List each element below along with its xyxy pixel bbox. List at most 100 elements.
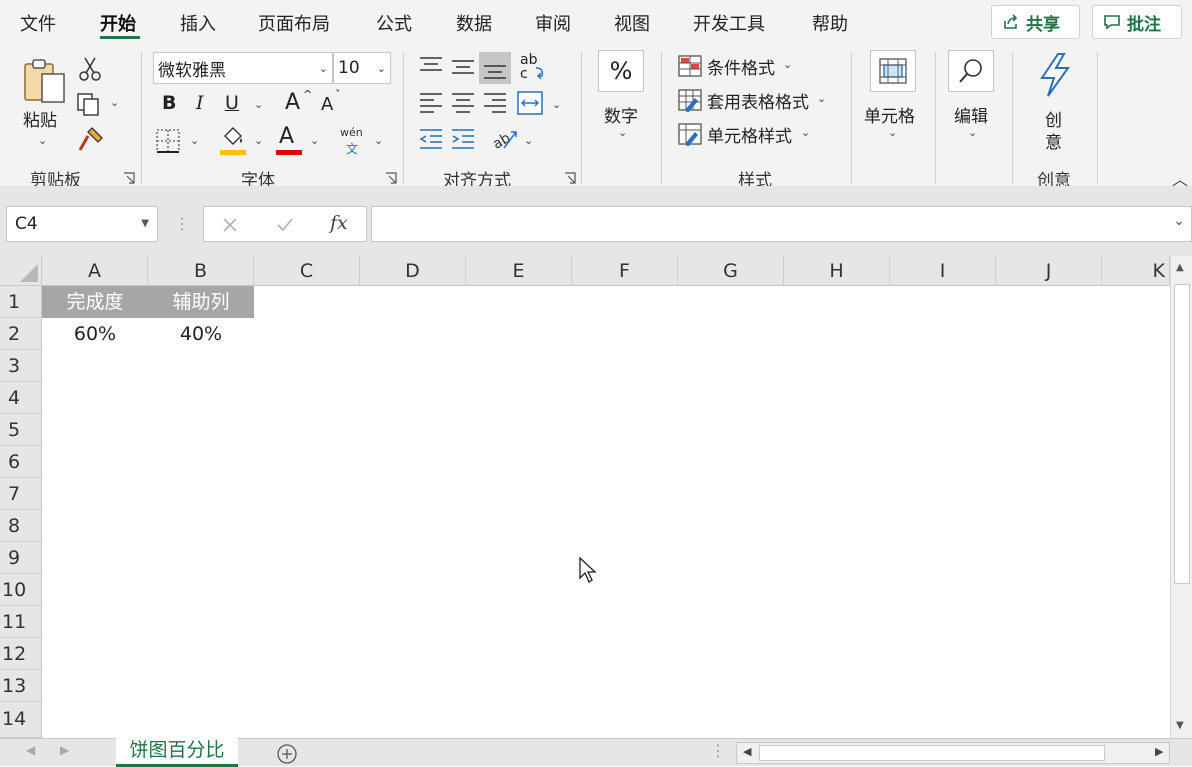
horizontal-scroll-thumb[interactable] bbox=[759, 745, 1105, 761]
align-left-icon[interactable] bbox=[418, 92, 444, 114]
vertical-scroll-thumb[interactable] bbox=[1174, 284, 1190, 584]
insert-function-button[interactable]: fx bbox=[330, 212, 348, 234]
row-header-9[interactable]: 9 bbox=[0, 542, 42, 574]
row-header-3[interactable]: 3 bbox=[0, 350, 42, 382]
share-button[interactable]: 共享 bbox=[991, 5, 1080, 39]
name-box[interactable]: C4 ▼ bbox=[6, 206, 158, 242]
select-all-corner[interactable] bbox=[0, 256, 42, 286]
cell-a2[interactable]: 60% bbox=[42, 318, 148, 350]
paste-button[interactable]: 粘贴 ⌄ bbox=[20, 54, 68, 152]
column-header-g[interactable]: G bbox=[678, 256, 784, 286]
tab-data[interactable]: 数据 bbox=[456, 10, 492, 36]
underline-button[interactable]: U bbox=[225, 92, 239, 114]
merge-dropdown-icon[interactable]: ⌄ bbox=[552, 98, 561, 111]
tab-home[interactable]: 开始 bbox=[100, 10, 136, 36]
sheet-tab-active[interactable]: 饼图百分比 bbox=[116, 737, 238, 767]
column-header-h[interactable]: H bbox=[784, 256, 890, 286]
decrease-indent-icon[interactable] bbox=[418, 128, 444, 152]
number-format-button[interactable]: % 数字 ⌄ bbox=[598, 50, 646, 146]
align-middle-icon[interactable] bbox=[450, 56, 476, 78]
format-painter-icon[interactable] bbox=[78, 126, 104, 152]
tab-file[interactable]: 文件 bbox=[20, 10, 56, 36]
column-header-d[interactable]: D bbox=[360, 256, 466, 286]
row-header-13[interactable]: 13 bbox=[0, 670, 42, 702]
scroll-right-icon[interactable]: ▶ bbox=[1155, 745, 1163, 758]
merge-center-icon[interactable] bbox=[516, 90, 544, 116]
font-name-combo[interactable]: 微软雅黑 ⌄ bbox=[153, 52, 333, 84]
conditional-formatting-button[interactable]: 条件格式 ⌄ bbox=[677, 52, 827, 80]
shrink-font-button[interactable]: A ˇ bbox=[321, 88, 351, 118]
underline-dropdown-icon[interactable]: ⌄ bbox=[254, 98, 263, 111]
column-header-c[interactable]: C bbox=[254, 256, 360, 286]
column-header-b[interactable]: B bbox=[148, 256, 254, 286]
clipboard-launcher-icon[interactable] bbox=[123, 172, 135, 184]
scroll-left-icon[interactable]: ◀ bbox=[743, 745, 751, 758]
cell-a1[interactable]: 完成度 bbox=[42, 286, 148, 318]
tab-formulas[interactable]: 公式 bbox=[376, 10, 412, 36]
font-color-button[interactable]: A bbox=[276, 124, 304, 156]
borders-icon[interactable] bbox=[155, 128, 181, 154]
orientation-dropdown-icon[interactable]: ⌄ bbox=[524, 134, 533, 147]
wrap-text-button[interactable]: ab c bbox=[520, 52, 546, 82]
alignment-launcher-icon[interactable] bbox=[564, 172, 576, 184]
formula-input[interactable]: ⌄ bbox=[371, 206, 1192, 242]
italic-button[interactable]: I bbox=[196, 92, 204, 114]
tab-help[interactable]: 帮助 bbox=[812, 10, 848, 36]
row-header-8[interactable]: 8 bbox=[0, 510, 42, 542]
fill-color-button[interactable] bbox=[220, 126, 248, 156]
row-header-5[interactable]: 5 bbox=[0, 414, 42, 446]
scroll-down-icon[interactable]: ▼ bbox=[1176, 720, 1184, 731]
comments-button[interactable]: 批注 bbox=[1092, 5, 1182, 39]
align-right-icon[interactable] bbox=[482, 92, 508, 114]
tab-page-layout[interactable]: 页面布局 bbox=[258, 10, 330, 36]
enter-check-icon[interactable] bbox=[276, 217, 294, 233]
cell-b2[interactable]: 40% bbox=[148, 318, 254, 350]
fill-color-dropdown-icon[interactable]: ⌄ bbox=[254, 134, 263, 147]
align-center-icon[interactable] bbox=[450, 92, 476, 114]
increase-indent-icon[interactable] bbox=[450, 128, 476, 152]
prev-sheet-icon[interactable]: ◀ bbox=[26, 743, 35, 757]
copy-button[interactable]: ⌄ bbox=[76, 92, 122, 118]
expand-formula-icon[interactable]: ⌄ bbox=[1173, 213, 1185, 229]
scroll-up-icon[interactable]: ▲ bbox=[1176, 262, 1184, 273]
ideas-button[interactable]: 创 意 bbox=[1034, 52, 1076, 153]
column-header-e[interactable]: E bbox=[466, 256, 572, 286]
worksheet-grid[interactable]: A B C D E F G H I J K 1 2 3 4 5 6 7 8 9 … bbox=[0, 256, 1192, 738]
format-as-table-button[interactable]: 套用表格格式 ⌄ bbox=[677, 86, 837, 114]
column-header-k[interactable]: K bbox=[1102, 256, 1170, 286]
row-header-7[interactable]: 7 bbox=[0, 478, 42, 510]
column-header-j[interactable]: J bbox=[996, 256, 1102, 286]
cancel-icon[interactable] bbox=[222, 217, 238, 233]
add-sheet-icon[interactable] bbox=[276, 743, 298, 765]
align-bottom-button[interactable] bbox=[479, 52, 511, 84]
row-header-6[interactable]: 6 bbox=[0, 446, 42, 478]
row-header-1[interactable]: 1 bbox=[0, 286, 42, 318]
name-box-dropdown-icon[interactable]: ▼ bbox=[141, 218, 149, 229]
grow-font-button[interactable]: A ^ bbox=[285, 88, 315, 118]
cut-icon[interactable] bbox=[78, 56, 102, 82]
vertical-scrollbar[interactable]: ▲ ▼ bbox=[1170, 256, 1192, 738]
tab-insert[interactable]: 插入 bbox=[180, 10, 216, 36]
row-header-10[interactable]: 10 bbox=[0, 574, 42, 606]
orientation-icon[interactable]: ab bbox=[490, 126, 518, 152]
cells-button[interactable]: 单元格 ⌄ bbox=[864, 50, 922, 146]
editing-button[interactable]: 编辑 ⌄ bbox=[948, 50, 996, 146]
row-header-12[interactable]: 12 bbox=[0, 638, 42, 670]
font-launcher-icon[interactable] bbox=[385, 172, 397, 184]
next-sheet-icon[interactable]: ▶ bbox=[60, 743, 69, 757]
tab-developer[interactable]: 开发工具 bbox=[693, 10, 765, 36]
row-header-4[interactable]: 4 bbox=[0, 382, 42, 414]
bold-button[interactable]: B bbox=[162, 92, 176, 114]
cell-styles-button[interactable]: 单元格样式 ⌄ bbox=[677, 120, 827, 148]
row-header-11[interactable]: 11 bbox=[0, 606, 42, 638]
row-header-2[interactable]: 2 bbox=[0, 318, 42, 350]
row-header-14[interactable]: 14 bbox=[0, 702, 42, 738]
column-header-i[interactable]: I bbox=[890, 256, 996, 286]
align-top-icon[interactable] bbox=[418, 56, 444, 78]
column-header-a[interactable]: A bbox=[42, 256, 148, 286]
phonetic-dropdown-icon[interactable]: ⌄ bbox=[374, 134, 383, 147]
horizontal-scrollbar[interactable]: ◀ ▶ bbox=[736, 742, 1170, 764]
tab-review[interactable]: 审阅 bbox=[535, 10, 571, 36]
cell-b1[interactable]: 辅助列 bbox=[148, 286, 254, 318]
column-header-f[interactable]: F bbox=[572, 256, 678, 286]
